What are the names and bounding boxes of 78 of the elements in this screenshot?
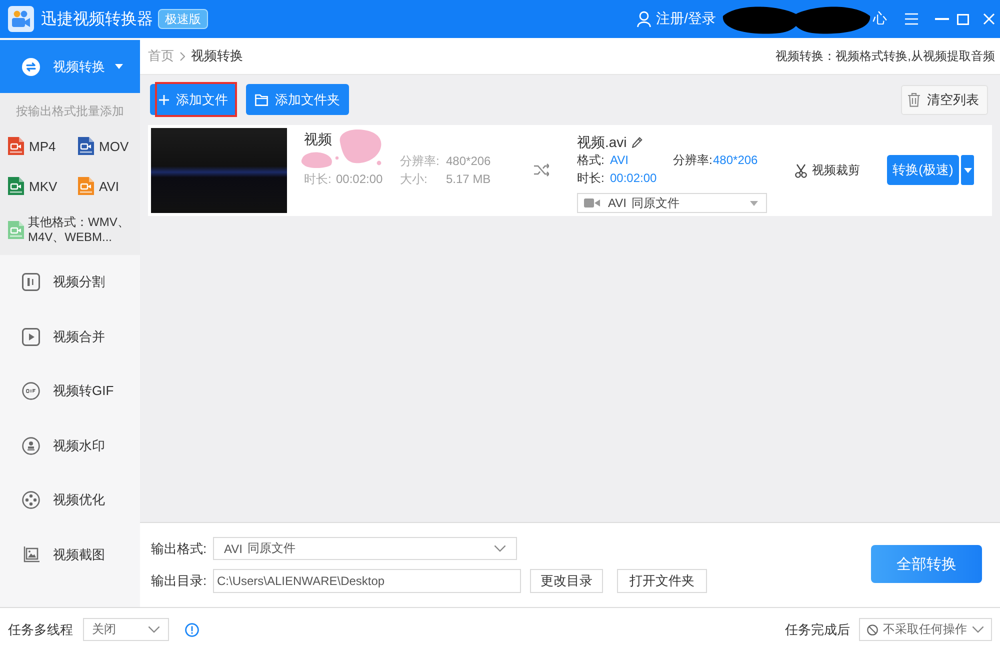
crop-button[interactable]: 视频裁剪 [795, 162, 860, 179]
folder-icon [255, 94, 268, 106]
output-file-name: 视频.avi [577, 133, 627, 151]
field-value: 480*206 [713, 152, 758, 169]
person-icon [637, 11, 652, 27]
image-frame-icon [22, 546, 40, 564]
field-value: 480*206 [446, 153, 491, 170]
add-file-button[interactable]: 添加文件 [150, 84, 237, 115]
file-name: 视频 [304, 130, 333, 148]
info-icon[interactable] [185, 622, 199, 636]
convert-button[interactable]: 转换(极速) [887, 155, 959, 185]
film-reel-icon [22, 491, 40, 510]
breadcrumb-current: 视频转换 [191, 47, 243, 65]
add-folder-button[interactable]: 添加文件夹 [246, 84, 349, 115]
format-option[interactable]: MKV [8, 175, 78, 197]
format-option[interactable]: AVI [78, 175, 140, 197]
thread-select[interactable]: 关闭 [83, 618, 169, 641]
play-frame-icon [22, 328, 40, 346]
chevron-icon [148, 626, 160, 633]
chevron-icon [972, 626, 984, 633]
app-title: 迅捷视频转换器 [41, 10, 153, 30]
field-label: 大小: [400, 171, 428, 188]
preset-select[interactable]: AVI 同原文件 [577, 193, 767, 213]
field-value: 5.17 MB [446, 171, 491, 188]
ban-icon [867, 624, 878, 636]
caret-icon [115, 64, 123, 69]
chevron-icon [494, 545, 506, 552]
convert-options-button[interactable] [961, 155, 974, 185]
field-label: 分辨率: [400, 153, 440, 170]
swap-arrows-icon [22, 58, 40, 76]
format-option[interactable]: MOV [78, 135, 140, 157]
panel-hint: 按输出格式批量添加 [15, 103, 125, 120]
login-button[interactable]: 注册/登录 [637, 10, 716, 28]
after-task-select[interactable]: 不采取任何操作 [859, 618, 992, 641]
scissors-icon [795, 164, 807, 178]
format-option[interactable]: MP4 [8, 135, 78, 157]
output-format-select[interactable]: AVI 同原文件 [213, 537, 517, 560]
sidebar-item[interactable]: 视频合并 [0, 310, 140, 364]
sidebar-item[interactable]: 视频优化 [0, 473, 140, 528]
video-camera-icon [584, 198, 600, 208]
caret-icon [964, 168, 972, 172]
menu-icon[interactable] [905, 13, 918, 25]
field-label: 时长: [577, 170, 606, 187]
app-logo-icon [8, 6, 34, 32]
split-bars-icon [22, 273, 40, 292]
chevron-icon [180, 52, 185, 60]
open-folder-button[interactable]: 打开文件夹 [617, 569, 707, 593]
header-link[interactable]: 心 [873, 10, 887, 28]
field-label: 时长: [304, 171, 332, 188]
output-folder-field[interactable]: C:\Users\ALIENWARE\Desktop [213, 569, 521, 593]
status-label: 任务多线程 [8, 620, 73, 638]
field-value: AVI [610, 152, 628, 169]
sidebar-item[interactable]: 视频截图 [0, 528, 140, 582]
change-folder-button[interactable]: 更改目录 [530, 569, 603, 593]
field-value: 00:02:00 [336, 171, 383, 188]
page-description: 视频转换：视频格式转换,从视频提取音频 [776, 48, 995, 64]
sidebar-item[interactable]: 视频水印 [0, 418, 140, 473]
clear-list-button[interactable]: 清空列表 [901, 84, 988, 114]
maximize-icon[interactable] [957, 14, 969, 24]
gif-circle-icon [22, 382, 40, 400]
sidebar-item[interactable]: 视频转换 [0, 40, 140, 93]
shuffle-icon [534, 163, 548, 177]
stamp-icon [22, 436, 40, 455]
close-icon[interactable] [983, 13, 995, 25]
format-option[interactable]: 其他格式：WMV、M4V、WEBM... [8, 215, 140, 245]
edition-badge: 极速版 [158, 9, 208, 29]
field-label: 分辨率: [673, 152, 713, 169]
sidebar-item[interactable]: 视频转GIF [0, 364, 140, 418]
pencil-icon[interactable] [632, 136, 643, 148]
sidebar-item[interactable]: 视频分割 [0, 255, 140, 310]
field-label: 输出目录: [151, 572, 208, 590]
plus-icon [159, 94, 169, 104]
status-label: 任务完成后 [785, 620, 850, 638]
caret-icon [750, 200, 758, 206]
field-value: 00:02:00 [610, 170, 657, 187]
field-label: 输出格式: [151, 540, 208, 558]
trash-icon [908, 92, 920, 106]
field-label: 格式: [577, 152, 606, 169]
